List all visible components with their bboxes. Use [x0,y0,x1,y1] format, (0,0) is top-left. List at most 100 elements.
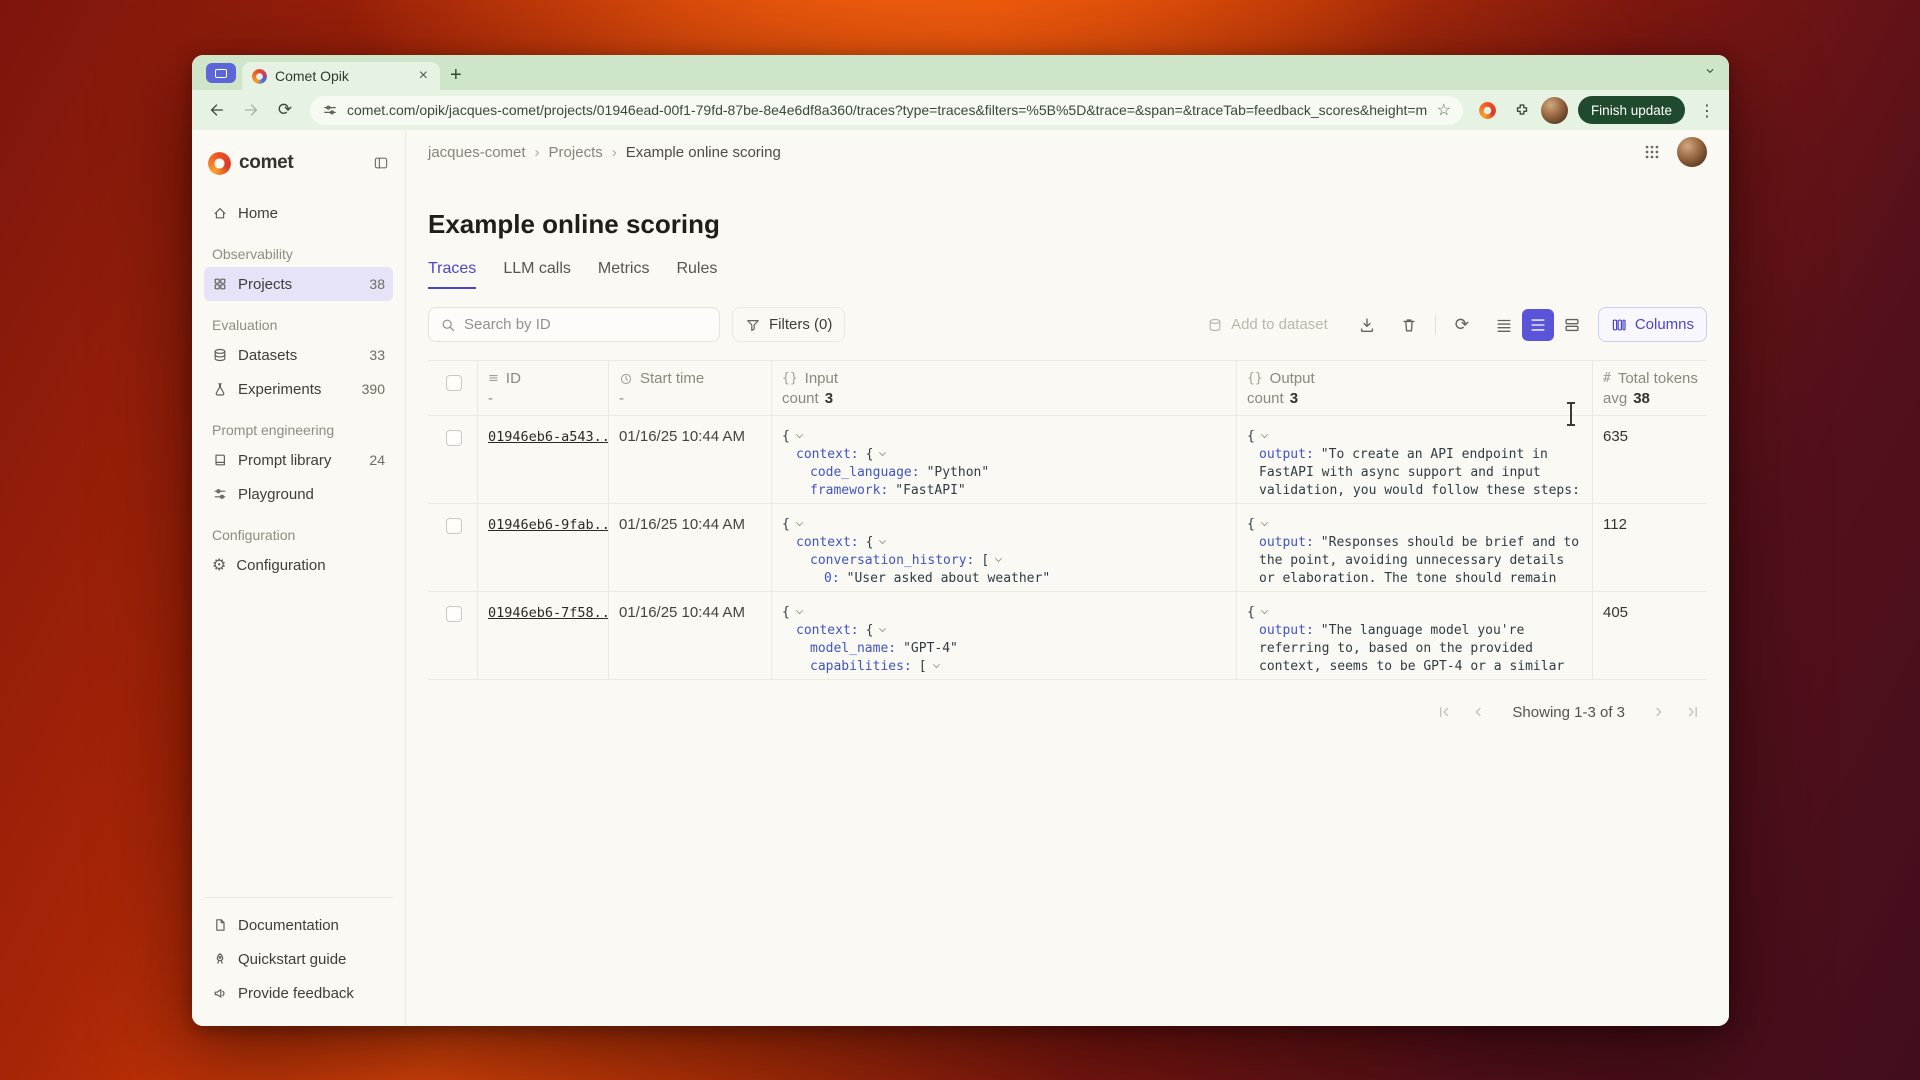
sidebar-item-projects[interactable]: Projects 38 [204,267,393,301]
tab-rules[interactable]: Rules [676,260,717,289]
browser-profile-avatar[interactable] [1541,97,1568,124]
total-tokens-cell: 405 [1593,592,1707,679]
expand-chevron-icon[interactable] [933,661,940,668]
expand-chevron-icon[interactable] [1261,607,1268,614]
columns-button[interactable]: Columns [1598,307,1707,342]
sidebar-item-documentation[interactable]: Documentation [204,908,393,942]
density-medium-button[interactable] [1522,309,1554,341]
start-time: 01/16/25 10:44 AM [619,604,745,621]
expand-chevron-icon[interactable] [796,519,803,526]
tab-traces[interactable]: Traces [428,260,476,289]
sidebar-item-home[interactable]: Home [204,196,393,230]
export-button[interactable] [1351,309,1383,341]
json-key: conversation_history: [810,553,974,568]
browser-tab[interactable]: Comet Opik × [242,62,440,90]
forward-button[interactable] [236,95,266,125]
col-header-id[interactable]: ≡ID - [478,361,609,415]
row-checkbox[interactable] [446,606,462,622]
tab-list-chevron-icon[interactable] [1703,64,1717,78]
expand-chevron-icon[interactable] [796,607,803,614]
first-page-button[interactable] [1430,698,1458,726]
sidebar-item-configuration[interactable]: ⚙ Configuration [204,548,393,582]
browser-menu-icon[interactable]: ⋮ [1695,101,1719,120]
traces-table: ≡ID - Start time - {}Input count3 {}Outp… [428,360,1707,680]
database-icon [212,347,228,363]
refresh-button[interactable]: ⟳ [1446,309,1478,341]
sidebar-item-feedback[interactable]: Provide feedback [204,976,393,1010]
density-large-button[interactable] [1556,309,1588,341]
next-page-button[interactable] [1645,698,1673,726]
browser-tab-strip: Comet Opik × + [192,55,1729,90]
grid-icon [212,276,228,292]
chevron-right-icon [1651,704,1667,720]
sidebar-logo-row: comet [204,144,393,182]
start-time-cell: 01/16/25 10:44 AM [609,504,772,591]
reload-button[interactable]: ⟳ [270,95,300,125]
row-checkbox[interactable] [446,430,462,446]
add-to-dataset-button[interactable]: Add to dataset [1194,307,1341,342]
breadcrumb-item[interactable]: jacques-comet [428,144,526,161]
tab-metrics[interactable]: Metrics [598,260,650,289]
expand-chevron-icon[interactable] [995,555,1002,562]
user-avatar[interactable] [1677,137,1707,167]
col-header-total-tokens[interactable]: #Total tokens avg38 [1593,361,1707,415]
json-key: model_name: [810,641,896,656]
json-value: "User asked about weather" [847,571,1051,586]
sidebar-nav: Home Observability Projects 38 Evaluatio… [204,196,393,582]
previous-page-button[interactable] [1464,698,1492,726]
site-settings-icon[interactable] [322,102,338,118]
expand-chevron-icon[interactable] [1261,431,1268,438]
trace-id-link[interactable]: 01946eb6-7f58... [488,605,609,621]
aggregate-name: avg [1603,390,1627,409]
trace-id-link[interactable]: 01946eb6-9fab... [488,517,609,533]
total-tokens-value: 405 [1603,602,1628,621]
bookmark-star-icon[interactable]: ☆ [1437,100,1451,120]
finish-update-button[interactable]: Finish update [1578,96,1685,124]
aggregate-value: 3 [825,390,833,409]
table-row[interactable]: 01946eb6-a543... 01/16/25 10:44 AM { con… [428,416,1707,504]
sidebar-item-quickstart[interactable]: Quickstart guide [204,942,393,976]
id-cell: 01946eb6-9fab... [478,504,609,591]
tab-close-icon[interactable]: × [417,68,430,84]
expand-chevron-icon[interactable] [1261,519,1268,526]
json-key: context: [796,447,859,462]
rows-medium-icon [1529,316,1547,334]
row-checkbox[interactable] [446,518,462,534]
select-all-checkbox[interactable] [446,375,462,391]
sidebar-item-experiments[interactable]: Experiments 390 [204,372,393,406]
tab-llm-calls[interactable]: LLM calls [503,260,571,289]
delete-button[interactable] [1393,309,1425,341]
trace-id-link[interactable]: 01946eb6-a543... [488,429,609,445]
col-aggregate: - [619,390,624,409]
expand-chevron-icon[interactable] [879,537,886,544]
filters-button[interactable]: Filters (0) [732,307,845,342]
sidebar-item-prompt-library[interactable]: Prompt library 24 [204,443,393,477]
sidebar-item-playground[interactable]: Playground [204,477,393,511]
table-row[interactable]: 01946eb6-7f58... 01/16/25 10:44 AM { con… [428,592,1707,680]
sidebar: comet Home Observability Projects 38 Eva… [192,130,406,1026]
back-button[interactable] [202,95,232,125]
col-header-input[interactable]: {}Input count3 [772,361,1237,415]
expand-chevron-icon[interactable] [879,625,886,632]
density-compact-button[interactable] [1488,309,1520,341]
comet-extension-button[interactable] [1473,95,1503,125]
sidebar-item-datasets[interactable]: Datasets 33 [204,338,393,372]
json-value: { [1247,429,1255,444]
expand-chevron-icon[interactable] [796,431,803,438]
extensions-button[interactable] [1507,95,1537,125]
search-input[interactable] [464,316,708,333]
expand-chevron-icon[interactable] [879,449,886,456]
tab-group-chip[interactable] [206,63,236,83]
col-header-output[interactable]: {}Output count3 [1237,361,1593,415]
table-header: ≡ID - Start time - {}Input count3 {}Outp… [428,360,1707,416]
collapse-sidebar-icon[interactable] [373,155,389,171]
sidebar-footer: Documentation Quickstart guide Provide f… [204,897,393,1010]
address-bar[interactable]: comet.com/opik/jacques-comet/projects/01… [310,96,1463,125]
col-header-start-time[interactable]: Start time - [609,361,772,415]
table-row[interactable]: 01946eb6-9fab... 01/16/25 10:44 AM { con… [428,504,1707,592]
breadcrumb-item[interactable]: Projects [549,144,603,161]
new-tab-button[interactable]: + [450,65,462,85]
header-right [1643,137,1707,167]
last-page-button[interactable] [1679,698,1707,726]
apps-grid-icon[interactable] [1643,143,1661,161]
